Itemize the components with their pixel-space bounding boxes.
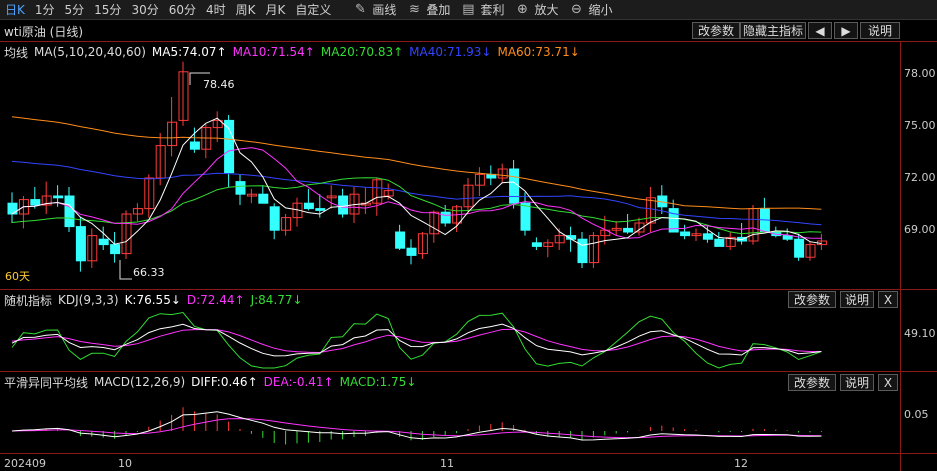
- candle-body: [577, 238, 588, 264]
- ma40-line: [11, 160, 822, 226]
- ma5-line: [11, 117, 822, 246]
- candle-body: [258, 193, 269, 204]
- candle-body: [406, 247, 417, 256]
- candle-body: [509, 168, 520, 204]
- candle-body: [782, 235, 793, 240]
- candle-body: [64, 195, 75, 228]
- candle-body: [395, 231, 406, 249]
- candle-body: [794, 238, 805, 258]
- candle-body: [110, 244, 121, 255]
- candle-body: [30, 199, 41, 206]
- candle-body: [702, 233, 713, 240]
- candle-body: [680, 231, 691, 237]
- candle-body: [53, 195, 64, 199]
- kline-chart: [7, 61, 827, 445]
- candle-body: [714, 238, 725, 247]
- candle-body: [303, 202, 314, 210]
- candle-body: [7, 202, 18, 215]
- candle-body: [623, 227, 634, 233]
- candle-body: [269, 206, 280, 231]
- candle-body: [338, 195, 349, 215]
- candle-body: [189, 141, 200, 150]
- ma60-line: [11, 116, 822, 210]
- low-marker-line: [119, 260, 132, 280]
- candle-body: [520, 202, 531, 231]
- candle-body: [75, 226, 86, 262]
- high-marker-line: [189, 72, 210, 85]
- candle-body: [98, 238, 109, 246]
- candle-body: [440, 211, 451, 224]
- candle-body: [531, 242, 542, 247]
- candle-body: [315, 208, 326, 211]
- candle-body: [235, 181, 246, 195]
